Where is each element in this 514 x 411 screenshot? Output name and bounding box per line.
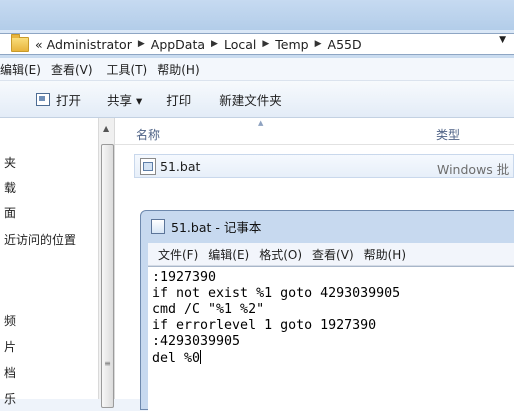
explorer-titlebar: [0, 0, 514, 30]
nav-item-recent-places[interactable]: 近访问的位置: [4, 231, 76, 248]
column-type[interactable]: 类型: [436, 126, 460, 143]
text-line: :4293039905: [152, 334, 241, 349]
navigation-pane: 夹 载 面 近访问的位置 频 片 档 乐: [0, 118, 98, 406]
notepad-menu-help[interactable]: 帮助(H): [364, 246, 406, 263]
notepad-menu-view[interactable]: 查看(V): [312, 246, 354, 263]
nav-item-downloads[interactable]: 载: [4, 179, 16, 196]
text-line-last: del %0: [152, 350, 514, 366]
open-icon: [36, 92, 50, 106]
notepad-text-area[interactable]: :1927390 if not exist %1 goto 4293039905…: [148, 266, 514, 411]
breadcrumb-a55d[interactable]: A55D: [328, 37, 362, 52]
menu-edit[interactable]: 编辑(E): [0, 61, 41, 78]
breadcrumb-separator-icon[interactable]: ▶: [315, 39, 322, 49]
text-line: if not exist %1 goto 4293039905: [152, 286, 401, 301]
share-button[interactable]: 共享 ▾: [107, 90, 142, 109]
nav-item-videos[interactable]: 频: [4, 312, 16, 329]
nav-item-desktop[interactable]: 面: [4, 204, 16, 221]
address-bar-area: « Administrator ▶ AppData ▶ Local ▶ Temp…: [0, 30, 514, 58]
text-line: if errorlevel 1 goto 1927390: [152, 318, 377, 333]
file-type: Windows 批: [437, 162, 510, 177]
text-line: :1927390: [152, 270, 217, 285]
text-caret: [200, 350, 202, 364]
scroll-thumb[interactable]: ≡: [101, 144, 114, 408]
nav-item-favorites[interactable]: 夹: [4, 154, 16, 171]
new-folder-button[interactable]: 新建文件夹: [219, 90, 282, 109]
breadcrumb-separator-icon[interactable]: ▶: [262, 39, 269, 49]
nav-item-pictures[interactable]: 片: [4, 338, 16, 355]
breadcrumb-separator-icon[interactable]: ▶: [138, 39, 145, 49]
notepad-title: 51.bat - 记事本: [171, 220, 262, 235]
notepad-menu-edit[interactable]: 编辑(E): [208, 246, 249, 263]
breadcrumb-appdata[interactable]: AppData: [151, 37, 205, 52]
nav-scrollbar[interactable]: ▲ ≡: [98, 118, 115, 408]
print-button[interactable]: 打印: [166, 90, 191, 109]
sort-ascending-icon: ▲: [258, 119, 264, 127]
breadcrumb-local[interactable]: Local: [224, 37, 256, 52]
nav-item-documents[interactable]: 档: [4, 364, 16, 381]
menu-help[interactable]: 帮助(H): [157, 61, 199, 78]
notepad-menubar: 文件(F) 编辑(E) 格式(O) 查看(V) 帮助(H): [148, 243, 514, 266]
open-label: 打开: [56, 92, 82, 108]
scroll-grip-icon: ≡: [104, 359, 111, 368]
column-header: ▲ 名称 类型: [115, 118, 514, 145]
file-row[interactable]: 51.bat Windows 批: [134, 154, 514, 178]
column-name[interactable]: 名称: [136, 126, 160, 143]
explorer-menubar: 编辑(E) 查看(V) 工具(T) 帮助(H): [0, 58, 514, 81]
breadcrumb-separator-icon[interactable]: ▶: [211, 39, 218, 49]
explorer-toolbar: 打开 共享 ▾ 打印 新建文件夹: [0, 81, 514, 118]
notepad-menu-format[interactable]: 格式(O): [259, 246, 302, 263]
open-button[interactable]: 打开: [36, 90, 81, 109]
text-line-last-text: del %0: [152, 351, 201, 366]
notepad-titlebar[interactable]: 51.bat - 记事本: [151, 217, 261, 236]
address-dropdown-icon[interactable]: ▼: [499, 35, 506, 45]
notepad-menu-file[interactable]: 文件(F): [158, 246, 198, 263]
breadcrumb-temp[interactable]: Temp: [275, 37, 308, 52]
folder-icon: [11, 33, 29, 52]
file-name: 51.bat: [160, 159, 201, 174]
text-line: cmd /C "%1 %2": [152, 302, 265, 317]
notepad-window: 51.bat - 记事本 文件(F) 编辑(E) 格式(O) 查看(V) 帮助(…: [140, 210, 514, 411]
scroll-up-arrow-icon[interactable]: ▲: [103, 124, 109, 133]
menu-tools[interactable]: 工具(T): [107, 61, 148, 78]
address-bar[interactable]: « Administrator ▶ AppData ▶ Local ▶ Temp…: [0, 33, 514, 55]
menu-view[interactable]: 查看(V): [51, 61, 93, 78]
batch-file-icon: [140, 158, 156, 175]
breadcrumb-administrator[interactable]: « Administrator: [35, 37, 132, 52]
notepad-icon: [151, 219, 165, 234]
